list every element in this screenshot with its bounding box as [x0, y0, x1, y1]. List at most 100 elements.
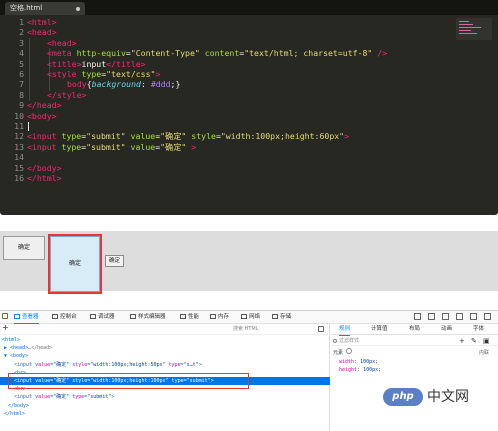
dom-node[interactable]: <input value="确定" type="submit">: [0, 393, 330, 401]
minimap[interactable]: [456, 18, 492, 40]
code-line-7: body{background: #ddd;}: [67, 79, 181, 90]
code-line-10: <body>: [27, 110, 57, 121]
search-html-input[interactable]: 搜索 HTML: [233, 325, 283, 333]
settings-icon[interactable]: [456, 313, 463, 320]
submit-button-3[interactable]: 确定: [105, 255, 124, 267]
console-icon: [52, 314, 58, 319]
tab-memory[interactable]: 内存: [210, 311, 229, 323]
rules-pane: 规则 计算值 布局 动画 字体 过滤样式 + ✎ ▣ 元素 内联 width: …: [331, 324, 498, 431]
watermark-badge: php: [383, 388, 423, 406]
rule-source[interactable]: 内联: [479, 349, 489, 356]
line-number: 5: [19, 58, 24, 69]
dom-node[interactable]: <input value="确定" style="width:100px;hei…: [0, 361, 330, 369]
class-toggle-icon[interactable]: ▣: [483, 337, 490, 345]
close-icon[interactable]: [484, 313, 491, 320]
performance-icon: [180, 314, 186, 319]
devtools-toolbar: 查看器 控制台 调试器 样式编辑器 性能 内存 网络 存储: [0, 311, 498, 324]
editor-tab-title: 空格.html: [10, 4, 43, 12]
code-line-5: <title>input</title>: [47, 58, 146, 69]
style-editor-icon: [130, 314, 136, 319]
text-caret: [28, 122, 29, 131]
rule-count-badge: [346, 348, 352, 354]
submit-button-2[interactable]: 确定: [50, 236, 100, 292]
pseudo-class-icon[interactable]: ✎: [471, 337, 477, 345]
add-rule-icon[interactable]: +: [459, 337, 465, 345]
add-node-icon[interactable]: +: [2, 323, 9, 332]
line-number: 16: [14, 173, 24, 183]
filter-bar: 过滤样式 + ✎ ▣: [331, 336, 498, 346]
line-number: 7: [19, 79, 24, 90]
line-number: 6: [19, 69, 24, 79]
editor-tab[interactable]: 空格.html: [5, 2, 85, 15]
tab-performance[interactable]: 性能: [180, 311, 199, 323]
tab-computed[interactable]: 计算值: [371, 325, 388, 334]
indent-guide: [29, 38, 30, 101]
dock-icon[interactable]: [442, 313, 449, 320]
picker-icon[interactable]: [2, 313, 8, 319]
rule-selector: 元素: [333, 350, 344, 356]
code-line-15: </body>: [27, 162, 62, 173]
code-line-6: <style type="text/css">: [47, 69, 161, 79]
code-line-3: <head>: [47, 37, 77, 48]
css-declaration[interactable]: height: 100px;: [339, 367, 381, 373]
code-line-4: <meta http-equiv="Content-Type" content=…: [47, 48, 388, 59]
line-number: 3: [19, 37, 24, 48]
editor-tab-bar: 空格.html: [0, 0, 498, 15]
code-line-9: </head>: [27, 100, 62, 111]
watermark-logo: php 中文网: [383, 386, 495, 408]
storage-icon: [272, 314, 278, 319]
search-icon: [333, 339, 337, 343]
debugger-icon: [90, 314, 96, 319]
dom-node[interactable]: </html>: [0, 410, 330, 418]
highlight-box: [8, 373, 249, 389]
network-icon: [241, 314, 247, 319]
code-line-2: <head>: [27, 27, 57, 38]
tab-network[interactable]: 网络: [241, 311, 260, 323]
rules-tabbar: 规则 计算值 布局 动画 字体: [331, 324, 498, 336]
dom-node[interactable]: <html>: [0, 336, 330, 344]
tab-debugger[interactable]: 调试器: [90, 311, 115, 323]
code-line-12: <input type="submit" value="确定" style="w…: [27, 131, 350, 142]
line-number: 1: [19, 17, 24, 27]
tab-style-editor[interactable]: 样式编辑器: [130, 311, 166, 323]
code-line-8: </style>: [47, 89, 87, 100]
line-number: 12: [14, 131, 24, 142]
code-line-13: <input type="submit" value="确定" >: [27, 141, 197, 152]
line-number: 8: [19, 89, 24, 100]
dom-node[interactable]: ▼ <body>: [0, 352, 330, 360]
devtools-panel: 查看器 控制台 调试器 样式编辑器 性能 内存 网络 存储 + 搜索 HTML …: [0, 310, 498, 431]
line-number: 2: [19, 27, 24, 38]
tab-layout[interactable]: 布局: [409, 325, 420, 334]
memory-icon: [210, 314, 216, 319]
tab-animations[interactable]: 动画: [441, 325, 452, 334]
code-line-1: <html>: [27, 17, 57, 27]
code-editor[interactable]: 空格.html 1 2 3 4 5 6 7 8 9 10 11 12 13 14…: [0, 0, 498, 215]
inspector-icon: [14, 314, 20, 319]
menu-icon[interactable]: [470, 313, 477, 320]
dom-node[interactable]: ▶ <head>…</head>: [0, 344, 330, 352]
line-number: 4: [19, 48, 24, 59]
markup-searchbar: + 搜索 HTML: [0, 323, 330, 335]
tab-console[interactable]: 控制台: [52, 311, 77, 323]
line-number: 11: [14, 121, 24, 131]
tab-close-icon[interactable]: [76, 7, 80, 11]
tab-storage[interactable]: 存储: [272, 311, 291, 323]
watermark-text: 中文网: [427, 389, 469, 405]
dom-node[interactable]: </body>: [0, 402, 330, 410]
line-number: 15: [14, 162, 24, 173]
tab-rules[interactable]: 规则: [339, 325, 351, 336]
split-console-icon[interactable]: [428, 313, 435, 320]
filter-styles-input[interactable]: 过滤样式: [339, 337, 359, 345]
line-number: 13: [14, 141, 24, 152]
rendered-page-preview: 确定 确定 确定: [0, 231, 498, 294]
eyedropper-icon[interactable]: [318, 326, 324, 332]
line-number: 14: [14, 152, 24, 163]
line-number: 9: [19, 100, 24, 111]
css-declaration[interactable]: width: 100px;: [339, 359, 378, 365]
line-number: 10: [14, 110, 24, 121]
responsive-icon[interactable]: [414, 313, 421, 320]
submit-button-1[interactable]: 确定: [3, 236, 45, 260]
tab-fonts[interactable]: 字体: [473, 325, 484, 334]
tab-inspector[interactable]: 查看器: [14, 311, 39, 324]
code-line-16: </html>: [27, 173, 62, 183]
